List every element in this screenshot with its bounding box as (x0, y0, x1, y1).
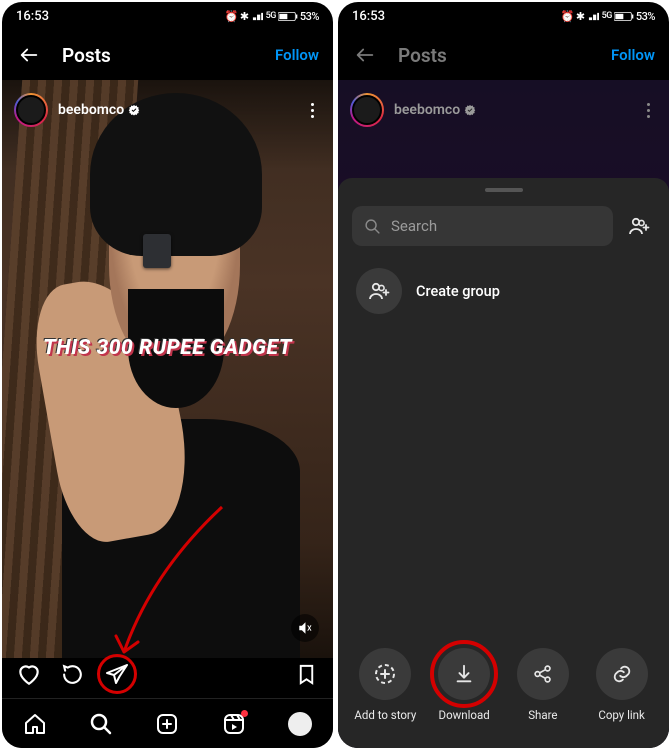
create-group-label: Create group (416, 283, 500, 300)
reels-notification-dot (241, 710, 248, 717)
page-title: Posts (398, 44, 591, 67)
author-username[interactable]: beebomco (394, 102, 476, 118)
more-options-icon[interactable] (303, 103, 321, 118)
comment-icon[interactable] (60, 661, 86, 687)
author-row[interactable]: beebomco (2, 88, 333, 132)
author-row[interactable]: beebomco (338, 88, 669, 132)
create-group-icon (356, 268, 402, 314)
sheet-grabber[interactable] (485, 188, 523, 192)
post-actions (2, 650, 333, 698)
author-avatar[interactable] (350, 93, 384, 127)
reel-media[interactable]: THIS 300 RUPEE GADGET (2, 80, 333, 658)
nav-profile-icon[interactable] (287, 711, 313, 737)
add-people-icon[interactable] (623, 210, 655, 242)
author-avatar[interactable] (14, 93, 48, 127)
page-title: Posts (62, 44, 255, 67)
search-icon (364, 218, 381, 235)
search-input[interactable]: Search (352, 206, 613, 246)
bookmark-icon[interactable] (293, 661, 319, 687)
reel-caption-overlay: THIS 300 RUPEE GADGET (2, 336, 333, 360)
share-icon (517, 648, 569, 700)
status-bar: 16:53 ⏰✱ 5G 53% (338, 2, 669, 30)
download-icon (438, 648, 490, 700)
back-arrow-icon[interactable] (16, 42, 42, 68)
search-placeholder: Search (391, 217, 437, 235)
nav-create-icon[interactable] (154, 711, 180, 737)
follow-button[interactable]: Follow (611, 46, 655, 64)
mute-icon[interactable] (291, 614, 319, 642)
nav-home-icon[interactable] (22, 711, 48, 737)
author-username[interactable]: beebomco (58, 102, 140, 118)
share-button[interactable]: Share (508, 648, 578, 722)
bottom-nav (2, 698, 333, 748)
download-button[interactable]: Download (429, 648, 499, 722)
nav-search-icon[interactable] (88, 711, 114, 737)
app-header: Posts Follow (2, 30, 333, 80)
like-icon[interactable] (16, 661, 42, 687)
add-to-story-icon (359, 648, 411, 700)
share-send-icon[interactable] (104, 661, 130, 687)
share-bottom-sheet: Search Create group Add to story (338, 178, 669, 748)
link-icon (596, 648, 648, 700)
create-group-row[interactable]: Create group (338, 264, 669, 314)
back-arrow-icon[interactable] (352, 42, 378, 68)
phone-right-share-sheet: 16:53 ⏰✱ 5G 53% Posts Follow beebomco (338, 2, 669, 748)
copy-link-button[interactable]: Copy link (587, 648, 657, 722)
more-options-icon[interactable] (639, 103, 657, 118)
nav-reels-icon[interactable] (221, 711, 247, 737)
share-actions-row: Add to story Download Share Copy link (338, 634, 669, 748)
verified-badge-icon (128, 104, 140, 116)
phone-left-posts-view: 16:53 ⏰✱ 5G 53% Posts Follow THIS 300 RU… (2, 2, 333, 748)
add-to-story-button[interactable]: Add to story (350, 648, 420, 722)
verified-badge-icon (464, 104, 476, 116)
status-time: 16:53 (352, 9, 385, 24)
status-bar: 16:53 ⏰✱ 5G 53% (2, 2, 333, 30)
follow-button[interactable]: Follow (275, 46, 319, 64)
status-time: 16:53 (16, 9, 49, 24)
app-header: Posts Follow (338, 30, 669, 80)
status-indicators: ⏰✱ 5G 53% (561, 10, 655, 23)
status-indicators: ⏰✱ 5G 53% (225, 10, 319, 23)
